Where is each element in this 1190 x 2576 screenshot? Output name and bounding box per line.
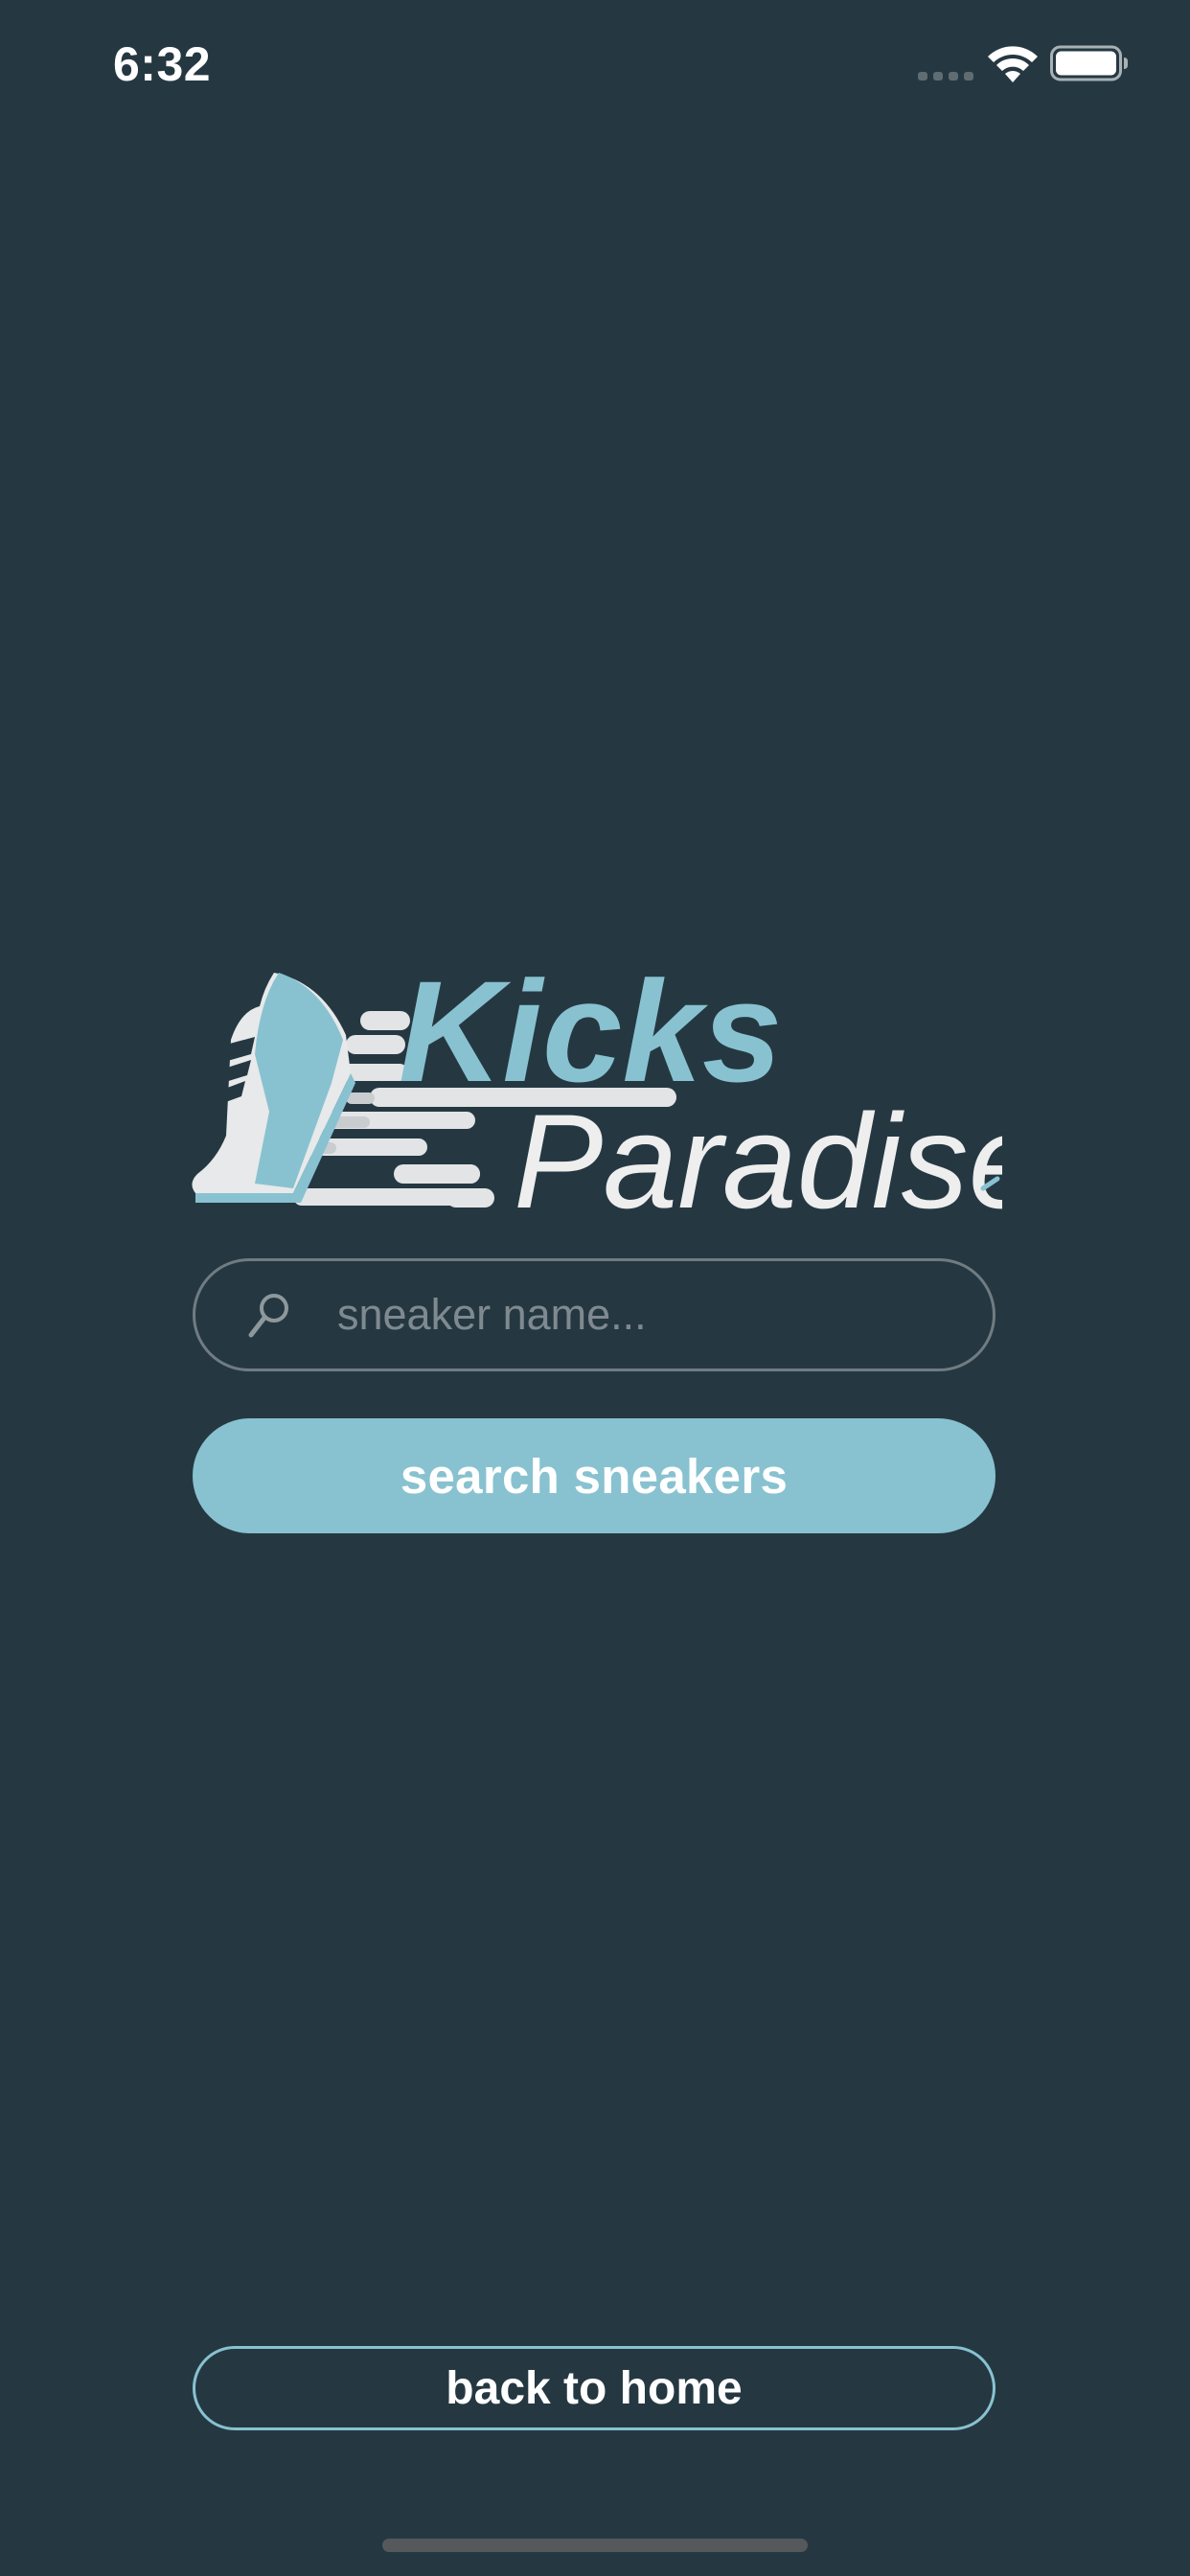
search-icon <box>248 1294 288 1338</box>
search-sneakers-button[interactable]: search sneakers <box>193 1418 995 1533</box>
back-to-home-button[interactable]: back to home <box>193 2346 995 2430</box>
wifi-icon <box>988 46 1038 82</box>
status-bar: 6:32 <box>0 0 1190 125</box>
back-to-home-button-label: back to home <box>446 2362 743 2414</box>
status-time: 6:32 <box>113 37 212 91</box>
search-input[interactable] <box>337 1261 950 1368</box>
kicks-paradise-logo: Kicks Paradise <box>188 951 1043 1236</box>
cellular-signal-icon <box>918 72 973 80</box>
battery-icon <box>1050 45 1128 81</box>
search-sneakers-button-label: search sneakers <box>400 1448 789 1504</box>
logo-text-paradise: Paradise <box>514 1086 1002 1227</box>
sneaker-logo-graphic: Kicks Paradise <box>192 951 1043 1236</box>
search-field[interactable] <box>193 1258 995 1371</box>
home-indicator[interactable] <box>382 2539 808 2552</box>
